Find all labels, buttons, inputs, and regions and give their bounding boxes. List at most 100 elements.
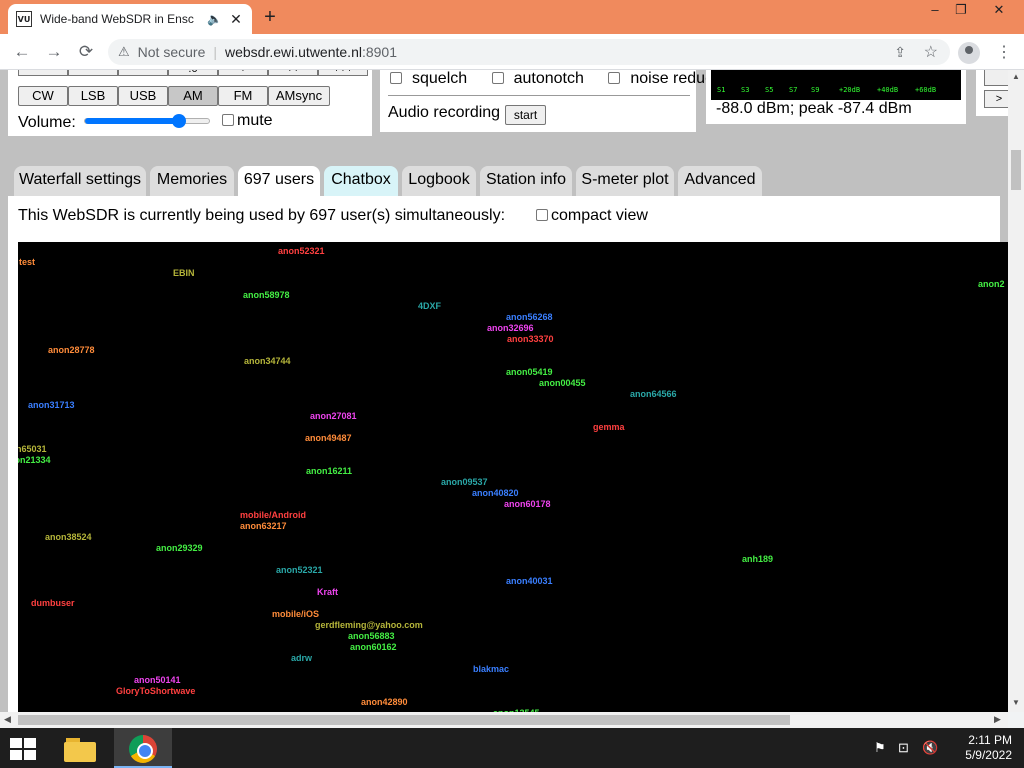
tab-logbook[interactable]: Logbook xyxy=(402,166,476,196)
step-button[interactable]: +++ xyxy=(318,70,368,76)
window-close-button[interactable]: ✕ xyxy=(984,2,1014,22)
warning-icon[interactable]: ⚠ xyxy=(118,44,130,60)
mute-label: mute xyxy=(237,112,273,129)
security-label[interactable]: Not secure xyxy=(138,44,206,60)
user-label: gerdfleming@yahoo.com xyxy=(315,620,423,630)
vertical-scroll-thumb[interactable] xyxy=(1011,150,1021,190)
user-label: anon21334 xyxy=(18,455,51,465)
user-label: anon40820 xyxy=(472,488,519,498)
taskbar-clock[interactable]: 2:11 PM 5/9/2022 xyxy=(950,733,1012,763)
checkbox-box[interactable] xyxy=(491,72,504,84)
user-label: anon60178 xyxy=(504,499,551,509)
chrome-taskbar-button[interactable] xyxy=(114,728,172,768)
tab-memories[interactable]: Memories xyxy=(150,166,234,196)
forward-button[interactable]: → xyxy=(44,42,64,62)
smeter-readout: -88.0 dBm; peak -87.4 dBm xyxy=(716,100,912,117)
checkbox-box[interactable] xyxy=(608,72,621,84)
tab-waterfall-settings[interactable]: Waterfall settings xyxy=(14,166,146,196)
mode-amsync-button[interactable]: AMsync xyxy=(268,86,330,106)
speaker-icon[interactable]: 🔈 xyxy=(207,12,222,26)
smeter-bar: S1 S3 S5 S7 S9 +20dB +40dB +60dB xyxy=(711,70,961,100)
tab-users[interactable]: 697 users xyxy=(238,166,320,196)
scroll-right-arrow-icon[interactable]: ▶ xyxy=(994,714,1001,725)
user-label: anon00455 xyxy=(539,378,586,388)
horizontal-scroll-thumb[interactable] xyxy=(18,715,790,725)
user-label: anon33370 xyxy=(507,334,554,344)
user-label: anon09537 xyxy=(441,477,488,487)
address-bar[interactable]: ⚠ Not secure | websdr.ewi.utwente.nl:890… xyxy=(108,39,950,65)
mode-usb-button[interactable]: USB xyxy=(118,86,168,106)
mode-lsb-button[interactable]: LSB xyxy=(68,86,118,106)
users-summary: This WebSDR is currently being used by 6… xyxy=(18,207,506,224)
user-label: anon38524 xyxy=(45,532,92,542)
tab-station-info[interactable]: Station info xyxy=(480,166,572,196)
step-button[interactable]: --- xyxy=(18,70,68,76)
url-port[interactable]: :8901 xyxy=(362,44,397,60)
scroll-left-arrow-icon[interactable]: ◀ xyxy=(4,714,11,725)
edge-button[interactable]: > xyxy=(984,90,1008,108)
close-tab-icon[interactable]: ✕ xyxy=(228,11,244,28)
browser-tab[interactable]: VU Wide-band WebSDR in Ensc 🔈 ✕ xyxy=(8,4,252,34)
squelch-checkbox[interactable]: squelch xyxy=(390,70,477,87)
windows-logo-icon[interactable] xyxy=(10,738,38,760)
browser-toolbar: ← → ⟳ ⚠ Not secure | websdr.ewi.utwente.… xyxy=(0,34,1024,70)
user-label: anon05419 xyxy=(506,367,553,377)
user-label: anon60162 xyxy=(350,642,397,652)
flag-icon[interactable]: ⚑ xyxy=(874,740,886,756)
right-edge-panel: > xyxy=(976,70,1008,116)
horizontal-scrollbar[interactable]: ◀ ▶ xyxy=(0,712,1008,728)
step-button[interactable]: .0 xyxy=(168,70,218,76)
scroll-up-arrow-icon[interactable]: ▲ xyxy=(1012,72,1020,81)
autonotch-checkbox[interactable]: autonotch xyxy=(491,70,594,87)
user-label: anon34744 xyxy=(244,356,291,366)
step-button[interactable]: ++ xyxy=(268,70,318,76)
demod-controls-panel: --- -- - .0 + ++ +++ CW LSB USB AM FM AM… xyxy=(8,70,372,136)
tab-smeter-plot[interactable]: S-meter plot xyxy=(576,166,674,196)
profile-avatar[interactable] xyxy=(958,42,980,64)
menu-kebab-icon[interactable]: ⋮ xyxy=(996,42,1012,62)
mode-cw-button[interactable]: CW xyxy=(18,86,68,106)
share-icon[interactable]: ⇪ xyxy=(894,44,906,61)
checkbox-box[interactable] xyxy=(390,72,402,84)
volume-slider-thumb[interactable] xyxy=(172,114,187,128)
reload-button[interactable]: ⟳ xyxy=(76,42,96,62)
compact-view-label: compact view xyxy=(551,207,648,224)
volume-muted-icon[interactable]: 🔇 xyxy=(922,740,938,756)
new-tab-button[interactable]: + xyxy=(260,6,280,29)
file-explorer-icon[interactable] xyxy=(64,736,96,762)
user-label: EBIN xyxy=(173,268,195,278)
step-button[interactable]: -- xyxy=(68,70,118,76)
checkbox-box[interactable] xyxy=(536,209,548,221)
step-button[interactable]: + xyxy=(218,70,268,76)
user-label: anon42890 xyxy=(361,697,408,707)
user-label: adrw xyxy=(291,653,313,663)
user-label: anon63217 xyxy=(240,521,287,531)
network-icon[interactable]: ⊡ xyxy=(898,740,909,756)
tab-advanced[interactable]: Advanced xyxy=(678,166,762,196)
user-label: gemma xyxy=(593,422,625,432)
back-button[interactable]: ← xyxy=(12,42,32,62)
smeter-tick: S9 xyxy=(811,86,820,94)
vertical-scrollbar[interactable]: ▲ ▼ xyxy=(1008,70,1024,712)
scroll-down-arrow-icon[interactable]: ▼ xyxy=(1012,698,1020,707)
recording-start-button[interactable]: start xyxy=(505,105,546,125)
url-host[interactable]: websdr.ewi.utwente.nl xyxy=(225,44,362,60)
smeter-tick: S3 xyxy=(741,86,750,94)
mode-am-button[interactable]: AM xyxy=(168,86,218,106)
edge-button[interactable] xyxy=(984,70,1008,86)
audio-recording-label: Audio recording xyxy=(388,104,501,121)
user-label: anon52321 xyxy=(276,565,323,575)
compact-view-checkbox[interactable]: compact view xyxy=(536,207,648,225)
squelch-label: squelch xyxy=(412,70,468,87)
volume-slider[interactable] xyxy=(84,114,210,128)
bookmark-star-icon[interactable]: ☆ xyxy=(924,42,938,62)
users-tab-panel: This WebSDR is currently being used by 6… xyxy=(8,196,1008,712)
user-label: anh189 xyxy=(742,554,774,564)
mute-checkbox[interactable]: mute xyxy=(222,112,273,130)
mode-fm-button[interactable]: FM xyxy=(218,86,268,106)
tab-chatbox[interactable]: Chatbox xyxy=(324,166,398,196)
checkbox-box[interactable] xyxy=(222,114,234,126)
step-button[interactable]: - xyxy=(118,70,168,76)
volume-slider-fill xyxy=(85,118,180,124)
restore-button[interactable]: ❐ xyxy=(946,2,976,22)
